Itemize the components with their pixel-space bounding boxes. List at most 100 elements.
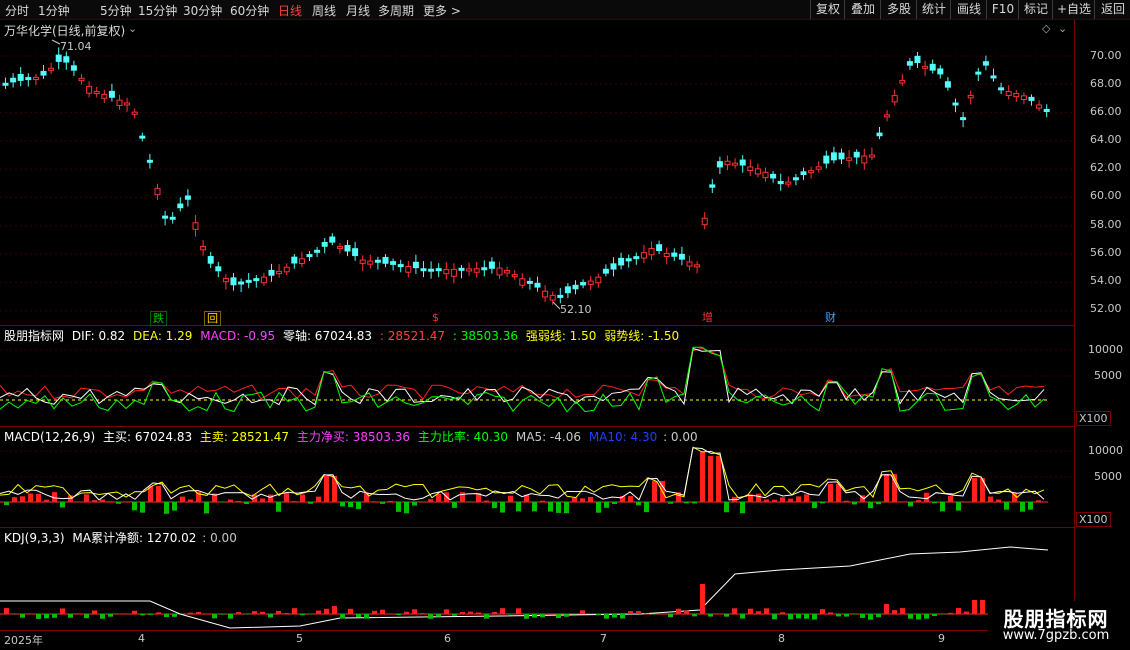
panel2-scale[interactable]: X100 (1076, 512, 1111, 527)
net-bar-green (604, 614, 609, 619)
net-bar-red (780, 612, 785, 614)
net-bar-red (756, 611, 761, 614)
tab-60min[interactable]: 60分钟 (230, 2, 269, 19)
net-bar-green (228, 614, 233, 619)
net-bar-red (516, 608, 521, 614)
logo-url: www.7gpzb.com (1002, 628, 1110, 643)
net-bar-green (148, 614, 153, 615)
candlestick-chart[interactable] (0, 20, 1074, 325)
panel-separator (0, 426, 1074, 427)
volume-bar-red (948, 495, 953, 502)
candle-body (184, 195, 191, 200)
net-bar-red (348, 608, 353, 614)
tab-5min[interactable]: 5分钟 (100, 2, 132, 19)
net-bar-green (740, 614, 745, 619)
net-bar-red (972, 600, 977, 614)
candle-body (70, 65, 77, 71)
volume-bar-red (836, 484, 841, 502)
candle-body (595, 276, 602, 284)
candle-body (139, 135, 146, 139)
panel1-scale[interactable]: X100 (1076, 411, 1111, 426)
volume-bar-green (556, 502, 561, 513)
panel3-chart[interactable] (0, 542, 1074, 630)
volume-bar-green (452, 502, 457, 508)
candle-body (124, 102, 131, 106)
net-bar-red (156, 612, 161, 614)
volume-bar-red (324, 476, 329, 502)
volume-bar-green (132, 502, 137, 511)
candle-body (291, 256, 298, 264)
net-bar-red (92, 610, 97, 614)
candle-body (602, 268, 609, 274)
tab-weekly[interactable]: 周线 (312, 2, 336, 19)
volume-bar-red (156, 486, 161, 502)
tab-multi-period[interactable]: 多周期 (378, 2, 414, 19)
event-tag-dividend[interactable]: $ (430, 311, 441, 324)
volume-bar-green (276, 502, 281, 512)
tab-fenshi[interactable]: 分时 (5, 2, 29, 19)
candle-body (975, 71, 982, 75)
volume-bar-red (236, 500, 241, 502)
back-button[interactable]: 返回 (1094, 0, 1130, 19)
candle-body (633, 256, 640, 260)
volume-bar-green (1028, 502, 1033, 510)
volume-bar-green (668, 502, 673, 504)
volume-bar-red (100, 499, 105, 502)
volume-bar-green (812, 502, 817, 509)
add-watchlist-button[interactable]: +自选 (1052, 0, 1095, 19)
net-bar-red (76, 613, 81, 614)
panel2-chart[interactable] (0, 441, 1074, 527)
f10-button[interactable]: F10 (986, 0, 1019, 19)
price-tick: 52.00 (1090, 302, 1122, 315)
event-tag-fall[interactable]: 跌 (150, 311, 167, 326)
period-toolbar: 分时 1分钟 5分钟 15分钟 30分钟 60分钟 日线 周线 月线 多周期 更… (0, 0, 1130, 20)
volume-bar-red (28, 493, 33, 502)
candle-body (382, 256, 389, 264)
candle-body (823, 155, 830, 164)
candle-body (48, 67, 55, 71)
candle-body (716, 161, 723, 168)
event-tag-return[interactable]: 回 (204, 311, 221, 326)
candle-body (724, 160, 731, 166)
volume-bar-red (780, 497, 785, 502)
candle-body (937, 68, 944, 75)
candle-body (549, 294, 556, 301)
candle-body (238, 281, 245, 285)
tab-30min[interactable]: 30分钟 (183, 2, 222, 19)
draw-line-button[interactable]: 画线 (950, 0, 987, 19)
event-tag-finance[interactable]: 财 (823, 311, 838, 324)
tab-monthly[interactable]: 月线 (346, 2, 370, 19)
panel1-chart[interactable] (0, 340, 1074, 426)
multi-stock-button[interactable]: 多股 (880, 0, 917, 19)
candle-body (929, 63, 936, 71)
net-bar-red (60, 608, 65, 614)
net-bar-red (324, 608, 329, 614)
candle-body (25, 77, 32, 81)
candle-body (618, 257, 625, 266)
volume-bar-red (916, 500, 921, 502)
overlay-button[interactable]: 叠加 (844, 0, 881, 19)
candle-body (306, 254, 313, 258)
mark-button[interactable]: 标记 (1018, 0, 1053, 19)
volume-bar-green (4, 502, 9, 506)
candle-body (169, 216, 176, 220)
net-bar-red (644, 613, 649, 614)
candle-body (808, 170, 815, 174)
volume-bar-red (980, 478, 985, 502)
volume-bar-green (340, 502, 345, 507)
volume-bar-green (644, 502, 649, 513)
tab-1min[interactable]: 1分钟 (38, 2, 70, 19)
stats-button[interactable]: 统计 (916, 0, 951, 19)
volume-bar-red (884, 474, 889, 502)
volume-bar-red (20, 496, 25, 502)
tab-more[interactable]: 更多 > (423, 2, 461, 19)
tab-daily[interactable]: 日线 (278, 2, 302, 19)
candle-body (200, 245, 207, 251)
site-logo: 股朋指标网 www.7gpzb.com (988, 601, 1124, 647)
net-bar-red (892, 610, 897, 614)
tab-15min[interactable]: 15分钟 (138, 2, 177, 19)
event-tag-increase[interactable]: 增 (700, 311, 715, 324)
candle-body (625, 258, 632, 262)
fuquan-button[interactable]: 复权 (810, 0, 845, 19)
candle-body (671, 252, 678, 257)
